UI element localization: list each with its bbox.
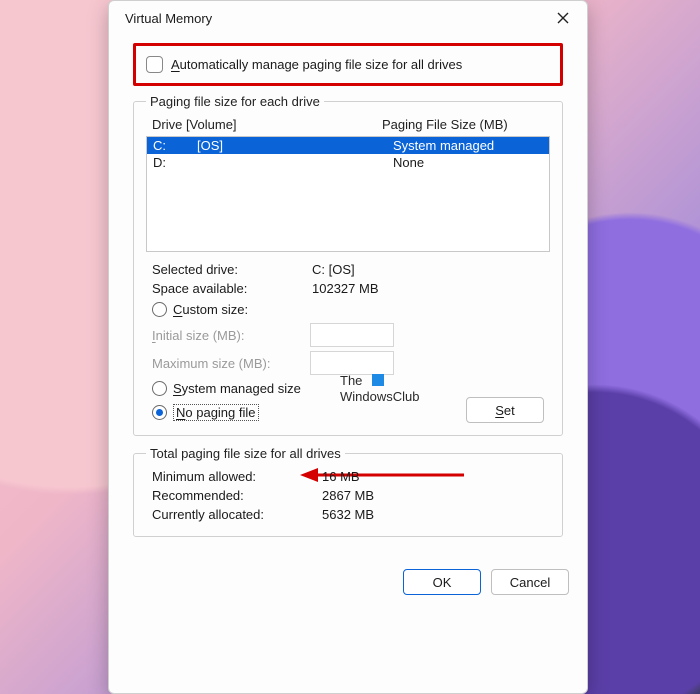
min-allowed-value: 16 MB	[322, 469, 360, 484]
desktop-background: Virtual Memory Automatically manage pagi…	[0, 0, 700, 694]
drive-row[interactable]: C: [OS] System managed	[147, 137, 549, 154]
maximum-size-row: Maximum size (MB):	[146, 349, 550, 377]
cancel-button[interactable]: Cancel	[491, 569, 569, 595]
close-button[interactable]	[549, 4, 577, 32]
virtual-memory-dialog: Virtual Memory Automatically manage pagi…	[108, 0, 588, 694]
no-paging-file-radio[interactable]	[152, 405, 167, 420]
window-title: Virtual Memory	[125, 11, 212, 26]
custom-size-radio-row: Custom size:	[146, 298, 550, 321]
custom-size-radio[interactable]	[152, 302, 167, 317]
totals-group: Total paging file size for all drives Mi…	[133, 446, 563, 537]
titlebar: Virtual Memory	[109, 1, 587, 35]
header-drive: Drive [Volume]	[152, 117, 382, 132]
no-paging-file-label: No paging file	[173, 404, 259, 421]
min-allowed-row: Minimum allowed: 16 MB	[146, 467, 550, 486]
paging-per-drive-group: Paging file size for each drive Drive [V…	[133, 94, 563, 436]
auto-manage-label: Automatically manage paging file size fo…	[171, 57, 462, 72]
initial-size-input[interactable]	[310, 323, 394, 347]
close-icon	[557, 12, 569, 24]
recommended-value: 2867 MB	[322, 488, 374, 503]
selected-drive-value: C: [OS]	[312, 262, 355, 277]
drive-list-header: Drive [Volume] Paging File Size (MB)	[146, 115, 550, 136]
recommended-row: Recommended: 2867 MB	[146, 486, 550, 505]
header-size: Paging File Size (MB)	[382, 117, 508, 132]
dialog-footer: OK Cancel	[109, 559, 587, 609]
initial-size-row: Initial size (MB):	[146, 321, 550, 349]
currently-allocated-row: Currently allocated: 5632 MB	[146, 505, 550, 524]
paging-group-legend: Paging file size for each drive	[146, 94, 324, 109]
ok-button[interactable]: OK	[403, 569, 481, 595]
space-available-row: Space available: 102327 MB	[146, 279, 550, 298]
space-available-value: 102327 MB	[312, 281, 379, 296]
auto-manage-checkbox[interactable]	[146, 56, 163, 73]
drive-row[interactable]: D: None	[147, 154, 549, 171]
currently-allocated-value: 5632 MB	[322, 507, 374, 522]
custom-size-label: Custom size:	[173, 302, 248, 317]
totals-legend: Total paging file size for all drives	[146, 446, 345, 461]
maximum-size-input[interactable]	[310, 351, 394, 375]
system-managed-label: System managed size	[173, 381, 301, 396]
set-button[interactable]: Set	[466, 397, 544, 423]
selected-drive-row: Selected drive: C: [OS]	[146, 260, 550, 279]
system-managed-radio[interactable]	[152, 381, 167, 396]
auto-manage-highlight: Automatically manage paging file size fo…	[133, 43, 563, 86]
drive-listbox[interactable]: C: [OS] System managed D: None	[146, 136, 550, 252]
